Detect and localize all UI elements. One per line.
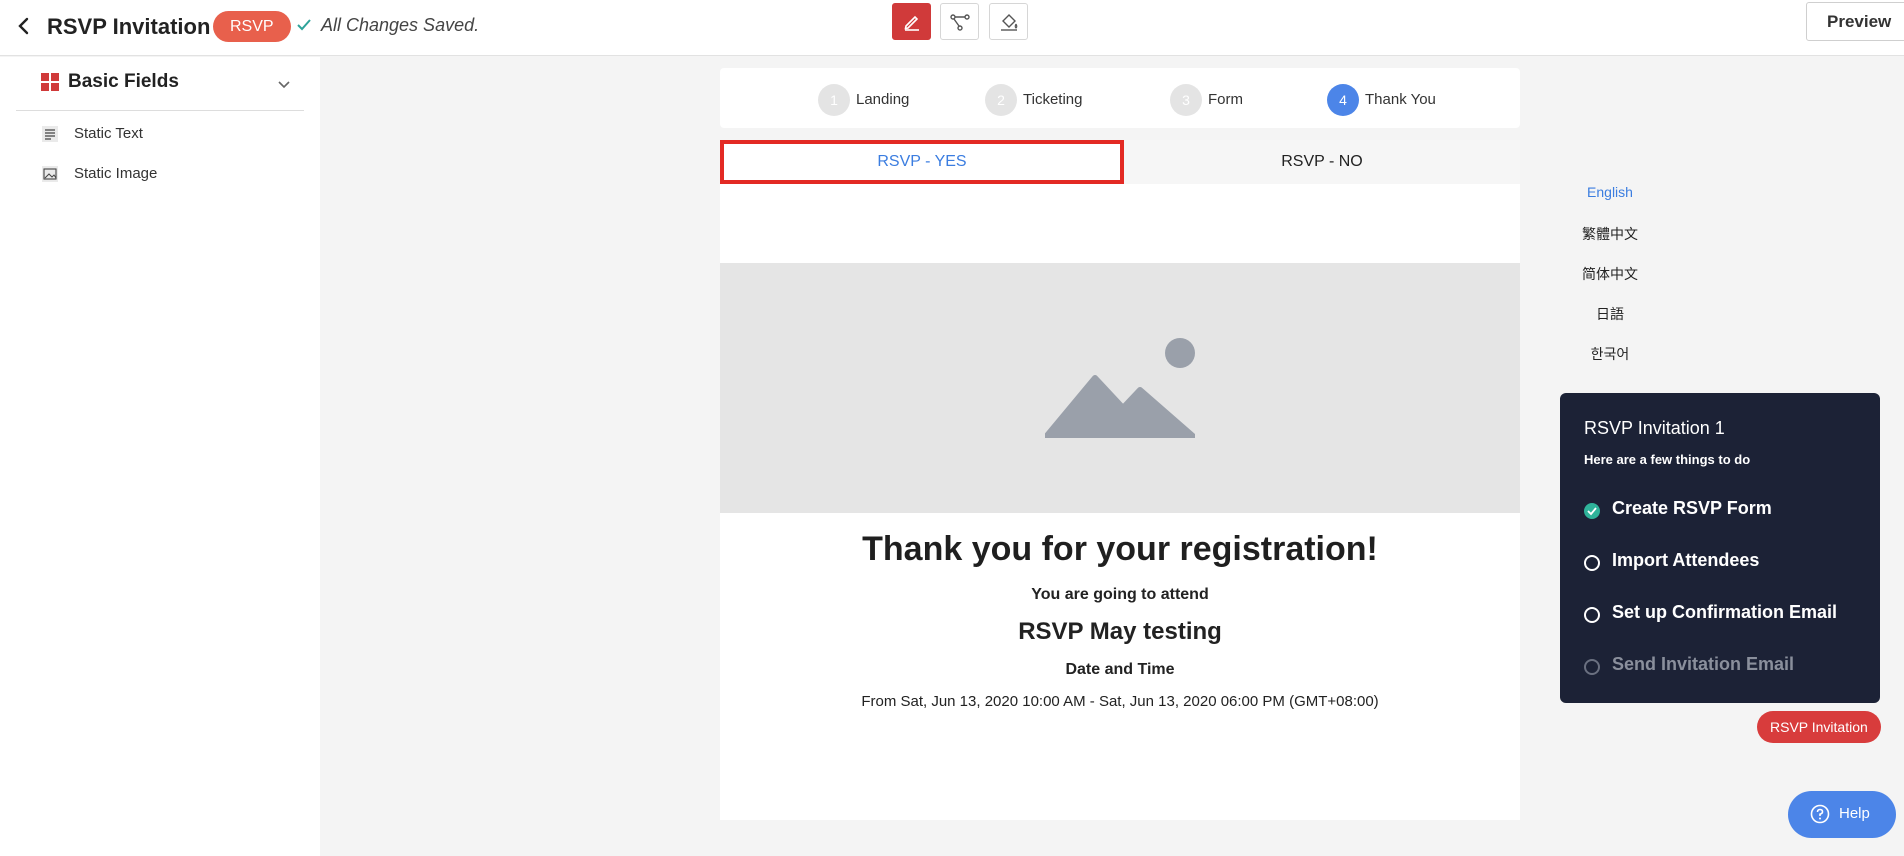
lang-traditional-chinese[interactable]: 繁體中文	[1540, 224, 1680, 244]
field-static-image[interactable]: Static Image	[40, 159, 300, 189]
todo-import-attendees[interactable]: Import Attendees	[1584, 550, 1874, 576]
onboarding-checklist: RSVP Invitation 1 Here are a few things …	[1560, 393, 1880, 703]
tab-rsvp-no[interactable]: RSVP - NO	[1124, 140, 1520, 184]
paint-tool-button[interactable]	[989, 3, 1028, 40]
thank-you-page-canvas: RSVP - YES RSVP - NO Thank you for your …	[720, 140, 1520, 820]
image-placeholder[interactable]	[720, 263, 1520, 513]
help-label: Help	[1839, 805, 1870, 822]
step-label: Thank You	[1365, 91, 1436, 108]
checklist-subtitle: Here are a few things to do	[1584, 452, 1751, 467]
attend-subtitle: You are going to attend	[1031, 586, 1209, 603]
lang-korean[interactable]: 한국어	[1540, 344, 1680, 364]
rsvp-badge: RSVP	[213, 11, 291, 42]
lang-simplified-chinese[interactable]: 简体中文	[1540, 264, 1680, 284]
landscape-image-icon	[1045, 338, 1195, 438]
checkbox-checked-icon	[1584, 503, 1600, 519]
datetime-label: Date and Time	[1065, 661, 1175, 678]
checklist-title: RSVP Invitation 1	[1584, 418, 1725, 438]
radio-empty-icon	[1584, 607, 1600, 623]
grid-icon	[41, 73, 59, 91]
preview-button[interactable]: Preview	[1806, 2, 1904, 41]
todo-confirmation-email[interactable]: Set up Confirmation Email	[1584, 602, 1874, 628]
chevron-down-icon[interactable]	[277, 77, 291, 91]
basic-fields-header[interactable]: Basic Fields	[16, 57, 304, 111]
fields-sidebar: Basic Fields Static Text Static Image	[0, 57, 320, 856]
image-icon	[42, 166, 58, 182]
rsvp-invitation-button[interactable]: RSVP Invitation	[1757, 711, 1881, 743]
step-navigation: 1 Landing 2 Ticketing 3 Form 4 Thank You	[720, 68, 1520, 128]
step-label: Ticketing	[1023, 91, 1083, 108]
step-number: 4	[1327, 84, 1359, 116]
step-label: Form	[1208, 91, 1243, 108]
rsvp-tab-bar: RSVP - YES RSVP - NO	[720, 140, 1520, 184]
step-number: 1	[818, 84, 850, 116]
edit-tool-button[interactable]	[892, 3, 931, 40]
step-label: Landing	[856, 91, 910, 108]
lang-english[interactable]: English	[1540, 184, 1680, 200]
todo-label: Import Attendees	[1612, 550, 1760, 570]
lang-japanese[interactable]: 日語	[1540, 304, 1680, 324]
event-name: RSVP May testing	[1018, 618, 1222, 645]
flow-tool-button[interactable]	[940, 3, 979, 40]
page-title: RSVP Invitation 1	[47, 14, 229, 39]
event-datetime: From Sat, Jun 13, 2020 10:00 AM - Sat, J…	[861, 693, 1379, 710]
todo-label: Set up Confirmation Email	[1612, 602, 1838, 622]
field-label: Static Image	[74, 165, 158, 182]
top-bar: RSVP Invitation 1 RSVP All Changes Saved…	[0, 0, 1904, 56]
radio-disabled-icon	[1584, 659, 1600, 675]
todo-label: Create RSVP Form	[1612, 498, 1772, 518]
thank-you-title: Thank you for your registration!	[862, 530, 1378, 568]
text-lines-icon	[42, 126, 58, 142]
save-status: All Changes Saved.	[321, 15, 480, 35]
step-number: 3	[1170, 84, 1202, 116]
todo-send-invitation: Send Invitation Email	[1584, 654, 1874, 680]
flow-icon	[949, 13, 970, 31]
help-icon	[1810, 804, 1830, 824]
section-title: Basic Fields	[68, 71, 179, 92]
field-static-text[interactable]: Static Text	[40, 119, 300, 149]
field-label: Static Text	[74, 125, 143, 142]
help-button[interactable]: Help	[1788, 791, 1896, 838]
todo-create-rsvp-form[interactable]: Create RSVP Form	[1584, 498, 1874, 524]
step-number: 2	[985, 84, 1017, 116]
check-icon	[297, 19, 311, 31]
tab-rsvp-yes[interactable]: RSVP - YES	[720, 140, 1124, 184]
back-arrow-icon[interactable]	[12, 14, 36, 38]
pencil-icon	[903, 15, 919, 31]
radio-empty-icon	[1584, 555, 1600, 571]
paint-bucket-icon	[1000, 13, 1017, 31]
todo-label: Send Invitation Email	[1612, 654, 1795, 674]
